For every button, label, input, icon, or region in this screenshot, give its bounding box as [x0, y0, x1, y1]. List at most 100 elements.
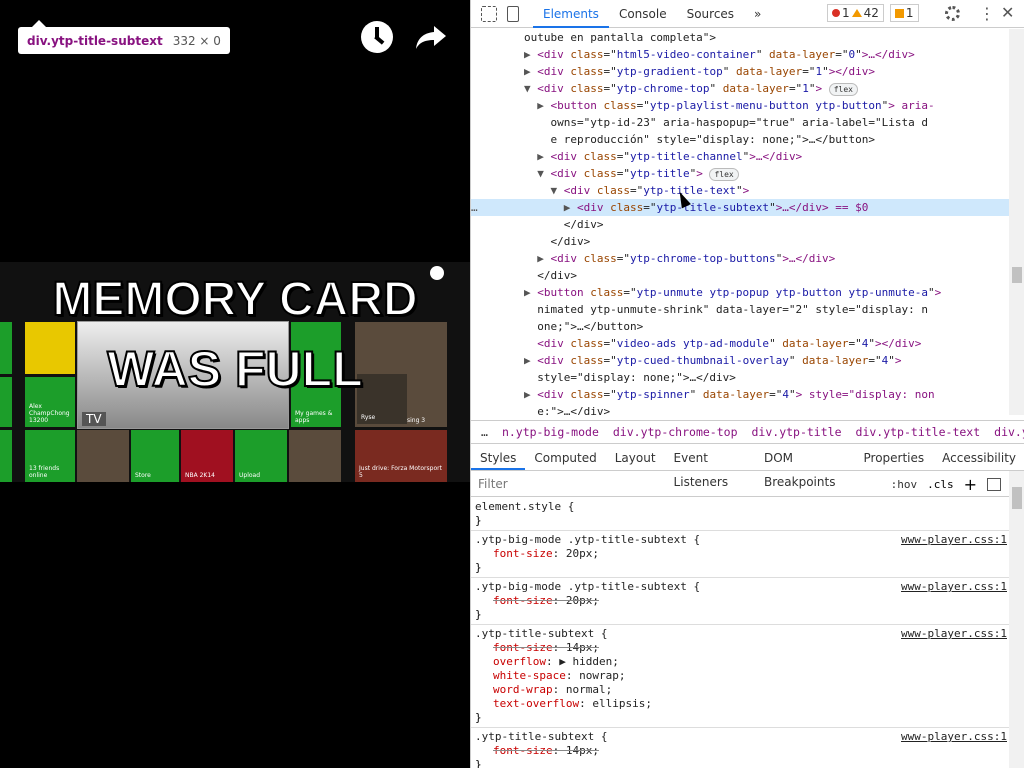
tile-label: NBA 2K14 — [185, 472, 216, 479]
tab-properties[interactable]: Properties — [855, 446, 934, 470]
css-selector[interactable]: element.style { — [475, 500, 1005, 514]
css-property[interactable]: font-size: 20px; — [475, 594, 1005, 608]
breadcrumb-item[interactable]: div.ytp-chrome-top — [613, 425, 738, 439]
expand-arrow-icon[interactable]: ▶ — [471, 65, 537, 78]
css-rule[interactable]: .ytp-title-subtext {www-player.css:1 font… — [471, 625, 1009, 728]
dom-node[interactable]: ▼ <div class="ytp-chrome-top" data-layer… — [471, 80, 1009, 97]
share-icon[interactable] — [414, 22, 448, 52]
tab-accessibility[interactable]: Accessibility — [933, 446, 1024, 470]
dom-node[interactable]: ▶ <button class="ytp-unmute ytp-popup yt… — [471, 284, 1009, 301]
expand-arrow-icon[interactable]: ▶ — [471, 150, 550, 163]
expand-arrow-icon[interactable]: ▶ — [471, 354, 537, 367]
breadcrumb-item[interactable]: div.ytp-title-subtext — [994, 425, 1024, 439]
tab-dom-breakpoints[interactable]: DOM Breakpoints — [755, 446, 855, 489]
dom-node[interactable]: style="display: none;">…</div> — [471, 369, 1009, 386]
dom-node[interactable]: owns="ytp-id-23" aria-haspopup="true" ar… — [471, 114, 1009, 131]
expand-arrow-icon[interactable]: ▶ — [471, 252, 550, 265]
expand-arrow-icon[interactable]: ▼ — [471, 82, 537, 95]
dom-node[interactable]: e;">…</div> — [471, 403, 1009, 415]
css-source-link[interactable]: www-player.css:1 — [901, 533, 1007, 547]
more-options-icon[interactable]: ⋮ — [979, 4, 995, 23]
dom-node[interactable]: one;">…</button> — [471, 318, 1009, 335]
styles-pane[interactable]: element.style {} .ytp-big-mode .ytp-title… — [471, 498, 1009, 768]
tab-layout[interactable]: Layout — [606, 446, 665, 470]
settings-gear-icon[interactable] — [945, 6, 960, 21]
dom-attr-value: ytp-title-channel — [629, 150, 743, 163]
css-rule[interactable]: element.style {} — [471, 498, 1009, 531]
expand-arrow-icon[interactable]: ▼ — [471, 184, 564, 197]
expand-arrow-icon[interactable]: ▶ — [471, 286, 537, 299]
css-source-link[interactable]: www-player.css:1 — [901, 627, 1007, 641]
dom-scrollbar[interactable] — [1009, 29, 1024, 415]
breadcrumb-item[interactable]: div.ytp-title-text — [856, 425, 981, 439]
dom-attr-name: data-layer — [795, 354, 869, 367]
dom-attr-quote: " — [822, 65, 829, 78]
close-icon[interactable]: ✕ — [1001, 3, 1014, 22]
toggle-sidebar-icon[interactable] — [987, 477, 1001, 491]
cls-toggle[interactable]: .cls — [927, 478, 954, 491]
tab-computed[interactable]: Computed — [525, 446, 605, 470]
dom-node[interactable]: </div> — [471, 233, 1009, 250]
css-rule[interactable]: .ytp-big-mode .ytp-title-subtext {www-pl… — [471, 578, 1009, 625]
dom-node[interactable]: ▶ <div class="ytp-title-channel">…</div> — [471, 148, 1009, 165]
css-rule[interactable]: .ytp-big-mode .ytp-title-subtext {www-pl… — [471, 531, 1009, 578]
css-property[interactable]: font-size: 20px; — [475, 547, 1005, 561]
expand-arrow-icon[interactable]: ▶ — [471, 388, 537, 401]
filter-input[interactable]: Filter — [478, 477, 891, 491]
issues-count[interactable]: 1 — [889, 4, 919, 22]
styles-scrollbar[interactable] — [1009, 471, 1024, 768]
dom-node[interactable]: ▶ <div class="ytp-cued-thumbnail-overlay… — [471, 352, 1009, 369]
more-tabs-icon[interactable]: » — [744, 0, 771, 28]
css-source-link[interactable]: www-player.css:1 — [901, 730, 1007, 744]
css-source-link[interactable]: www-player.css:1 — [901, 580, 1007, 594]
dom-node[interactable]: ▶ <div class="ytp-gradient-top" data-lay… — [471, 63, 1009, 80]
dom-node[interactable]: <div class="video-ads ytp-ad-module" dat… — [471, 335, 1009, 352]
dom-node[interactable]: </div> — [471, 267, 1009, 284]
expand-arrow-icon[interactable]: … ▶ — [471, 201, 577, 214]
css-property[interactable]: white-space: nowrap; — [475, 669, 1005, 683]
css-property[interactable]: overflow: ▶ hidden; — [475, 655, 1005, 669]
flex-badge[interactable]: flex — [828, 83, 858, 96]
dom-node-selected[interactable]: … ▶ <div class="ytp-title-subtext">…</di… — [471, 199, 1009, 216]
breadcrumb-overflow[interactable]: … — [481, 425, 488, 439]
inspect-element-icon[interactable] — [481, 5, 497, 22]
tab-sources[interactable]: Sources — [677, 0, 744, 28]
video-frame[interactable]: Alex ChampChong 13200 13 friends online … — [0, 262, 470, 482]
error-count[interactable]: 1 42 — [827, 4, 884, 22]
dom-node[interactable]: ▼ <div class="ytp-title-text"> — [471, 182, 1009, 199]
dom-node[interactable]: ▶ <button class="ytp-playlist-menu-butto… — [471, 97, 1009, 114]
tab-elements[interactable]: Elements — [533, 0, 609, 28]
css-rule[interactable]: .ytp-title-subtext {www-player.css:1 font… — [471, 728, 1009, 768]
dom-node[interactable]: ▶ <div class="html5-video-container" dat… — [471, 46, 1009, 63]
dom-attr-name: class — [563, 65, 604, 78]
css-property[interactable]: word-wrap: normal; — [475, 683, 1005, 697]
expand-arrow-icon[interactable]: ▶ — [471, 48, 537, 61]
flex-badge[interactable]: flex — [709, 168, 739, 181]
tab-event-listeners[interactable]: Event Listeners — [665, 446, 755, 489]
tile-friends: 13 friends online — [25, 430, 75, 482]
breadcrumb-item[interactable]: n.ytp-big-mode — [502, 425, 599, 439]
dom-attr-eq: =" — [603, 354, 617, 367]
dom-node[interactable]: ▶ <div class="ytp-spinner" data-layer="4… — [471, 386, 1009, 403]
breadcrumb-item[interactable]: div.ytp-title — [752, 425, 842, 439]
dom-node[interactable]: nimated ytp-unmute-shrink" data-layer="2… — [471, 301, 1009, 318]
dom-node[interactable]: outube en pantalla completa"> — [471, 29, 1009, 46]
expand-arrow-icon[interactable]: ▶ — [471, 99, 550, 112]
new-rule-icon[interactable]: + — [964, 475, 977, 494]
device-toggle-icon[interactable] — [507, 5, 519, 22]
dom-tree[interactable]: outube en pantalla completa"> ▶ <div cla… — [471, 29, 1009, 415]
css-property[interactable]: text-overflow: ellipsis; — [475, 697, 1005, 711]
tile-store: Store — [131, 430, 179, 482]
tab-styles[interactable]: Styles — [471, 446, 526, 470]
tab-console[interactable]: Console — [609, 0, 677, 28]
dom-node[interactable]: ▼ <div class="ytp-title"> flex — [471, 165, 1009, 182]
dom-node[interactable]: ▶ <div class="ytp-chrome-top-buttons">…<… — [471, 250, 1009, 267]
css-property[interactable]: font-size: 14px; — [475, 744, 1005, 758]
issue-counters[interactable]: 1 42 1 — [827, 4, 919, 22]
expand-arrow-icon[interactable]: ▼ — [471, 167, 550, 180]
dom-node[interactable]: </div> — [471, 216, 1009, 233]
hov-toggle[interactable]: :hov — [891, 478, 918, 491]
css-property[interactable]: font-size: 14px; — [475, 641, 1005, 655]
dom-node[interactable]: e reproducción" style="display: none;">…… — [471, 131, 1009, 148]
watch-later-icon[interactable] — [361, 21, 393, 53]
